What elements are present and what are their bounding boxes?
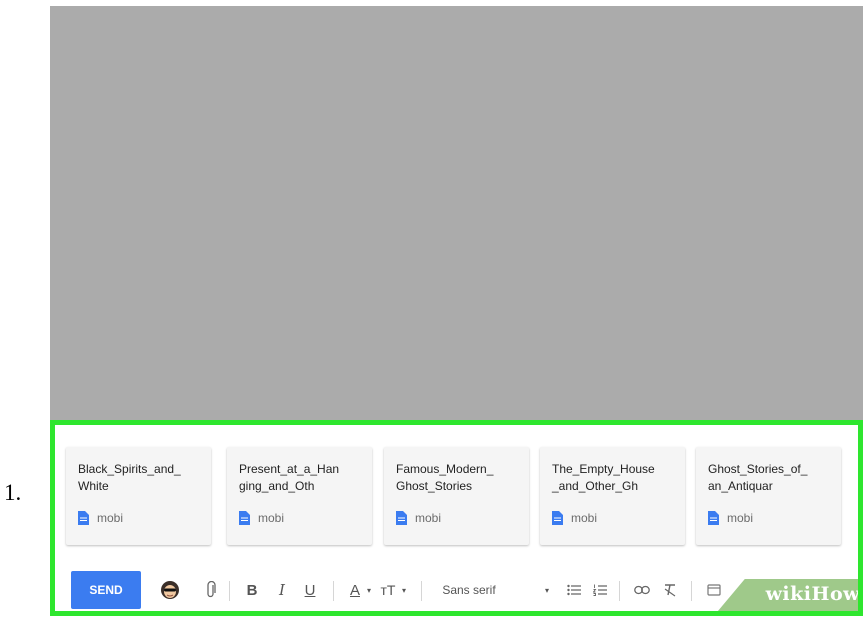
attachment-type-row: mobi: [396, 511, 441, 525]
attachment-type-row: mobi: [552, 511, 597, 525]
attachment-type: mobi: [415, 511, 442, 525]
text-color-button[interactable]: A: [346, 571, 364, 609]
attachment-type-row: mobi: [239, 511, 284, 525]
screenshot-gray-area: [50, 6, 863, 420]
attachment-name: Famous_Modern_ Ghost_Stories: [396, 462, 494, 493]
toolbar-divider: [619, 581, 620, 601]
bold-button[interactable]: B: [241, 571, 263, 609]
toolbar-divider: [333, 581, 334, 601]
toolbar-divider: [421, 581, 422, 601]
font-select[interactable]: Sans serif: [433, 571, 505, 609]
watermark-text: wikiHow: [765, 583, 858, 605]
file-icon: [396, 511, 407, 525]
wikihow-watermark: wikiHow: [698, 571, 858, 611]
attachment-type: mobi: [727, 511, 754, 525]
file-icon: [78, 511, 89, 525]
attachment-card[interactable]: Famous_Modern_ Ghost_Stories mobi: [384, 447, 529, 545]
chevron-down-icon[interactable]: ▾: [541, 571, 553, 609]
emoji-icon[interactable]: [157, 571, 183, 609]
paperclip-icon[interactable]: [201, 571, 221, 609]
toolbar-divider: [691, 581, 692, 601]
bulleted-list-icon[interactable]: [563, 571, 585, 609]
attachment-type-row: mobi: [708, 511, 753, 525]
attachment-card[interactable]: Ghost_Stories_of_ an_Antiquar mobi: [696, 447, 841, 545]
font-size-button[interactable]: тT: [377, 571, 399, 609]
attachment-card[interactable]: Present_at_a_Han ging_and_Oth mobi: [227, 447, 372, 545]
toolbar-divider: [229, 581, 230, 601]
step-number: 1.: [4, 480, 22, 505]
attachment-type: mobi: [571, 511, 598, 525]
underline-button[interactable]: U: [299, 571, 321, 609]
attachment-name: The_Empty_House _and_Other_Gh: [552, 462, 655, 493]
highlight-frame: Black_Spirits_and_ White mobi Present_at…: [50, 420, 863, 616]
file-icon: [239, 511, 250, 525]
italic-button[interactable]: I: [271, 571, 293, 609]
send-button[interactable]: SEND: [71, 571, 141, 609]
attachment-name: Present_at_a_Han ging_and_Oth: [239, 462, 340, 493]
attachment-name: Black_Spirits_and_ White: [78, 462, 181, 493]
file-icon: [708, 511, 719, 525]
attachment-name: Ghost_Stories_of_ an_Antiquar: [708, 462, 808, 493]
link-icon[interactable]: [631, 571, 653, 609]
attachment-type: mobi: [97, 511, 124, 525]
file-icon: [552, 511, 563, 525]
attachment-type: mobi: [258, 511, 285, 525]
attachment-card[interactable]: Black_Spirits_and_ White mobi: [66, 447, 211, 545]
attachment-card[interactable]: The_Empty_House _and_Other_Gh mobi: [540, 447, 685, 545]
chevron-down-icon[interactable]: ▾: [399, 571, 409, 609]
chevron-down-icon[interactable]: ▾: [364, 571, 374, 609]
clear-formatting-icon[interactable]: [659, 571, 681, 609]
attachment-type-row: mobi: [78, 511, 123, 525]
numbered-list-icon[interactable]: [589, 571, 611, 609]
